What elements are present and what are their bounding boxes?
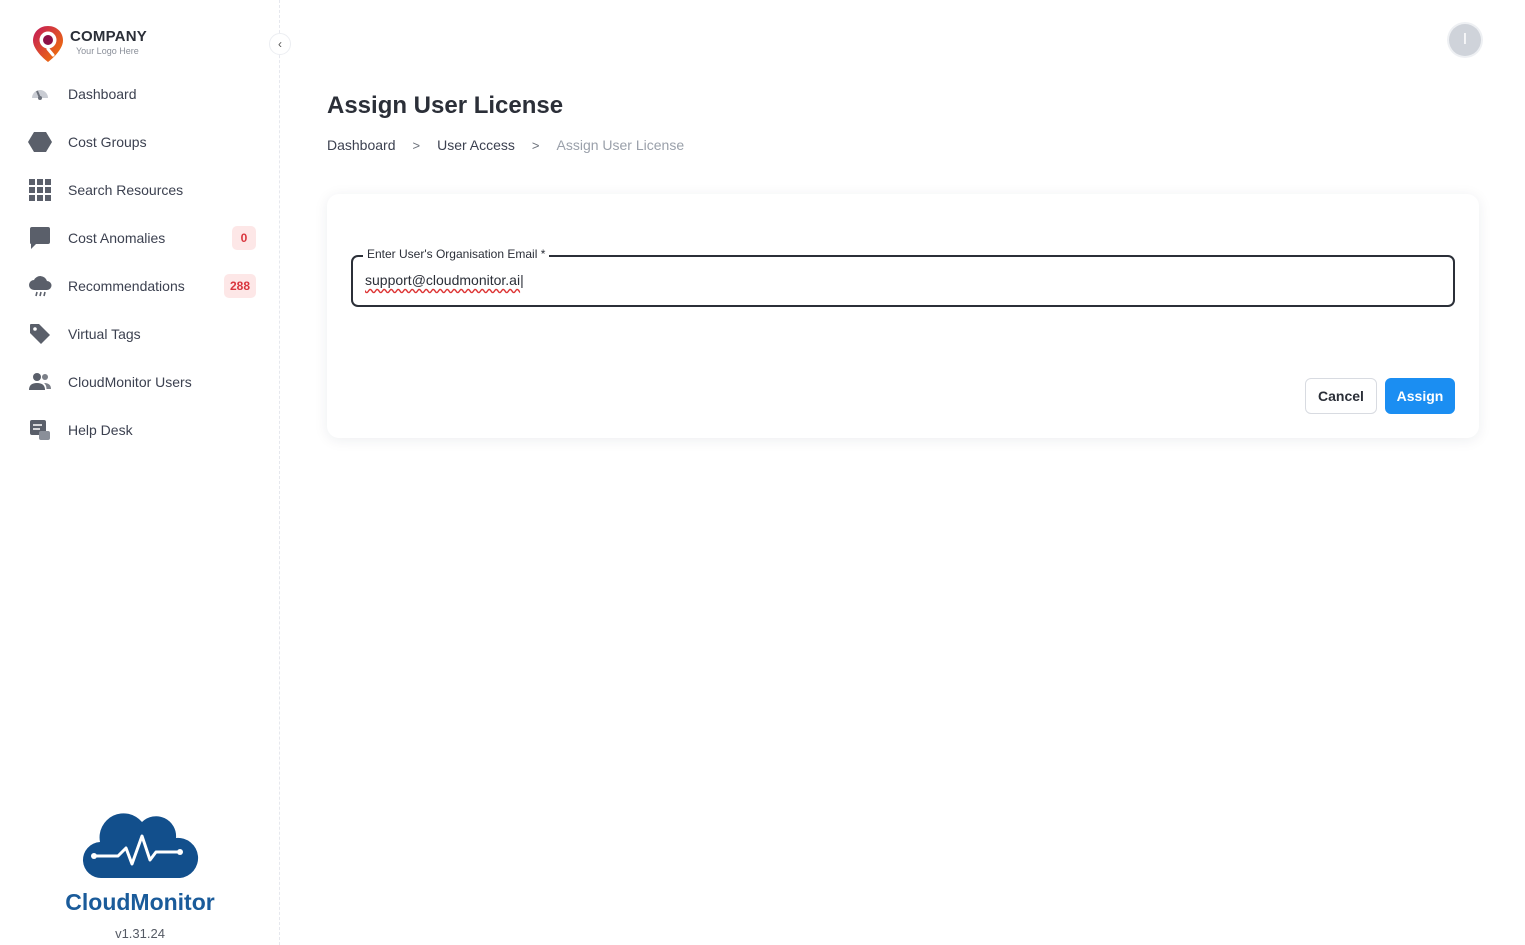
email-field-label: Enter User's Organisation Email * bbox=[363, 247, 550, 261]
cloudmonitor-brand: CloudMonitor v1.31.24 bbox=[40, 812, 240, 941]
email-field[interactable]: Enter User's Organisation Email * suppor… bbox=[351, 247, 1455, 307]
chat-bubble-icon bbox=[28, 226, 52, 250]
sidebar-item-label: Dashboard bbox=[68, 86, 137, 102]
sidebar-nav: Dashboard Cost Groups Search Resources C… bbox=[0, 70, 280, 454]
app-version: v1.31.24 bbox=[115, 926, 165, 941]
assign-license-card: Enter User's Organisation Email * suppor… bbox=[327, 194, 1479, 438]
breadcrumb-separator: > bbox=[412, 137, 421, 153]
sidebar-item-label: Recommendations bbox=[68, 278, 185, 294]
sidebar-item-recommendations[interactable]: Recommendations 288 bbox=[0, 262, 280, 310]
sidebar-item-search-resources[interactable]: Search Resources bbox=[0, 166, 280, 214]
cloudmonitor-name: CloudMonitor bbox=[65, 889, 215, 915]
cancel-button[interactable]: Cancel bbox=[1305, 378, 1377, 414]
gauge-icon bbox=[28, 82, 52, 106]
tag-icon bbox=[28, 322, 52, 346]
email-input[interactable]: support@cloudmonitor.ai| bbox=[365, 272, 965, 288]
company-logo[interactable]: COMPANY Your Logo Here bbox=[30, 22, 147, 66]
sidebar: COMPANY Your Logo Here ‹ Dashboard Cost … bbox=[0, 0, 291, 945]
sidebar-item-label: Help Desk bbox=[68, 422, 133, 438]
sidebar-item-label: CloudMonitor Users bbox=[68, 374, 192, 390]
grid-icon bbox=[28, 178, 52, 202]
cloudmonitor-logo-icon bbox=[40, 812, 240, 887]
recommendations-count-badge: 288 bbox=[223, 274, 256, 298]
breadcrumb-current: Assign User License bbox=[556, 137, 685, 153]
users-icon bbox=[28, 370, 52, 394]
breadcrumb-separator: > bbox=[531, 137, 540, 153]
breadcrumb: Dashboard > User Access > Assign User Li… bbox=[327, 137, 684, 153]
user-avatar[interactable]: I bbox=[1449, 24, 1481, 56]
page-title: Assign User License bbox=[327, 92, 564, 119]
sidebar-item-cost-anomalies[interactable]: Cost Anomalies 0 bbox=[0, 214, 280, 262]
sidebar-item-help-desk[interactable]: Help Desk bbox=[0, 406, 280, 454]
sidebar-item-dashboard[interactable]: Dashboard bbox=[0, 70, 280, 118]
sidebar-item-virtual-tags[interactable]: Virtual Tags bbox=[0, 310, 280, 358]
sidebar-item-label: Search Resources bbox=[68, 182, 184, 198]
sidebar-item-cost-groups[interactable]: Cost Groups bbox=[0, 118, 280, 166]
company-tagline: Your Logo Here bbox=[76, 46, 139, 56]
breadcrumb-dashboard-link[interactable]: Dashboard bbox=[327, 137, 396, 153]
chevron-left-icon: ‹ bbox=[278, 37, 282, 51]
cloud-icon bbox=[28, 274, 52, 298]
help-desk-icon bbox=[28, 418, 52, 442]
company-name: COMPANY bbox=[70, 28, 147, 45]
sidebar-item-cloudmonitor-users[interactable]: CloudMonitor Users bbox=[0, 358, 280, 406]
assign-button[interactable]: Assign bbox=[1385, 378, 1455, 414]
anomalies-count-badge: 0 bbox=[232, 226, 256, 250]
company-logo-icon bbox=[30, 24, 66, 64]
breadcrumb-user-access-link[interactable]: User Access bbox=[437, 137, 515, 153]
collapse-sidebar-button[interactable]: ‹ bbox=[269, 33, 291, 55]
sidebar-item-label: Cost Anomalies bbox=[68, 230, 166, 246]
sidebar-item-label: Cost Groups bbox=[68, 134, 147, 150]
hexagon-icon bbox=[28, 130, 52, 154]
email-input-value: support@cloudmonitor.ai bbox=[365, 272, 521, 288]
sidebar-item-label: Virtual Tags bbox=[68, 326, 141, 342]
